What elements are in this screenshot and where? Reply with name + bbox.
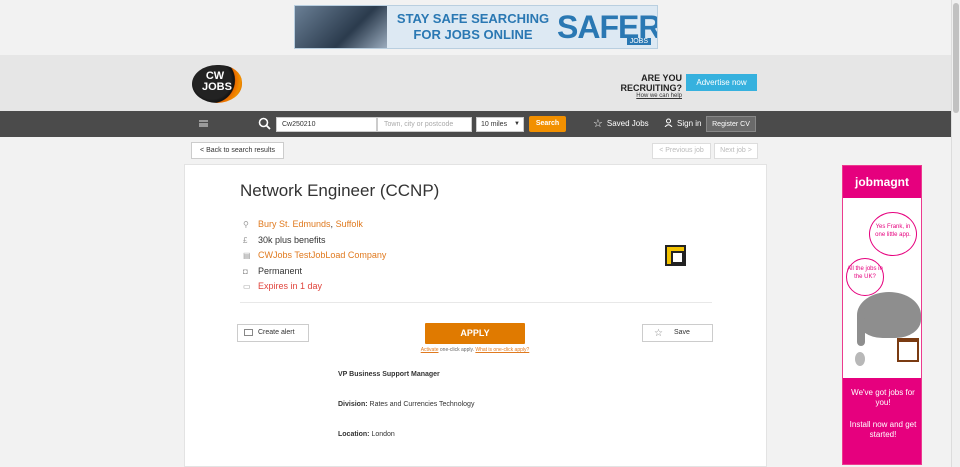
job-detail-card: Network Engineer (CCNP) ⚲ Bury St. Edmun…	[184, 164, 767, 467]
page-scrollbar[interactable]	[951, 0, 960, 467]
site-header: CW JOBS ARE YOU RECRUITING? How we can h…	[0, 55, 951, 111]
chevron-down-icon: ▼	[514, 121, 520, 127]
banner-line2: FOR JOBS ONLINE	[413, 27, 533, 42]
distance-select[interactable]: 10 miles ▼	[476, 117, 524, 132]
user-icon	[664, 118, 673, 127]
division-value: Rates and Currencies Technology	[367, 401, 475, 408]
menu-icon[interactable]	[199, 120, 208, 127]
company-logo[interactable]	[665, 245, 686, 266]
cwjobs-logo[interactable]: CW JOBS	[192, 65, 242, 103]
division-label: Division:	[338, 401, 368, 408]
next-job-button[interactable]: Next job >	[714, 143, 758, 159]
activate-link[interactable]: Activate	[421, 347, 439, 353]
one-click-apply-note: Activate one-click apply. What is one-cl…	[411, 347, 539, 353]
job-salary-row: £ 30k plus benefits	[243, 233, 386, 249]
building-icon: ▤	[243, 251, 251, 260]
description-heading: VP Business Support Manager	[338, 370, 638, 400]
one-click-text: one-click apply.	[438, 347, 476, 353]
mail-icon	[244, 329, 253, 336]
create-alert-label: Create alert	[258, 329, 295, 336]
job-company-link[interactable]: CWJobs TestJobLoad Company	[258, 250, 386, 260]
description-heading-text: VP Business Support Manager	[338, 371, 440, 378]
how-we-can-help-link[interactable]: How we can help	[580, 93, 682, 99]
scrollbar-thumb[interactable]	[953, 3, 959, 113]
sign-in-label: Sign in	[677, 119, 702, 128]
saved-jobs-label: Saved Jobs	[606, 119, 649, 128]
job-description: VP Business Support Manager Division: Ra…	[338, 370, 638, 460]
save-label: Save	[674, 329, 690, 336]
calendar-icon: ▭	[243, 282, 251, 291]
banner-line1: STAY SAFE SEARCHING	[396, 11, 550, 26]
distance-select-value: 10 miles	[481, 121, 508, 128]
stool-illustration	[897, 338, 919, 362]
saved-jobs-link[interactable]: ☆ Saved Jobs	[593, 117, 649, 131]
banner-photo	[295, 6, 387, 48]
search-icon	[258, 117, 271, 130]
previous-job-button[interactable]: < Previous job	[652, 143, 711, 159]
job-company-row: ▤ CWJobs TestJobLoad Company	[243, 248, 386, 264]
top-ad-banner[interactable]: STAY SAFE SEARCHING FOR JOBS ONLINE SAFE…	[294, 5, 658, 49]
ad-tagline: We've got jobs for you!	[851, 388, 915, 407]
ad-cta: Install now and get started!	[849, 420, 917, 439]
location-pin-icon: ⚲	[243, 220, 249, 229]
description-location: Location: London	[338, 430, 638, 460]
elephant-trunk-illustration	[857, 316, 865, 346]
job-expiry-row: ▭ Expires in 1 day	[243, 279, 386, 295]
register-cv-button[interactable]: Register CV	[706, 116, 756, 132]
description-division: Division: Rates and Currencies Technolog…	[338, 400, 638, 430]
job-location-row: ⚲ Bury St. Edmunds, Suffolk	[243, 217, 386, 233]
ad-bottom-panel: We've got jobs for you! Install now and …	[843, 378, 921, 464]
job-type-row: ◘ Permanent	[243, 264, 386, 280]
banner-brand-tag: JOBS	[626, 38, 651, 45]
logo-text-jobs: JOBS	[202, 81, 232, 93]
apply-button[interactable]: APPLY	[425, 323, 525, 344]
advertise-now-button[interactable]: Advertise now	[686, 74, 757, 91]
briefcase-icon: ◘	[243, 266, 248, 276]
save-job-button[interactable]: ☆ Save	[642, 324, 713, 342]
job-type: Permanent	[258, 265, 303, 276]
banner-text: STAY SAFE SEARCHING FOR JOBS ONLINE	[393, 11, 553, 43]
job-title: Network Engineer (CCNP)	[240, 181, 440, 200]
speech-bubble-1: Yes Frank, in one little app.	[869, 212, 917, 256]
location-label: Location:	[338, 431, 370, 438]
location-value: London	[369, 431, 395, 438]
recruiting-question: ARE YOU RECRUITING?	[620, 73, 683, 93]
job-location-town-link[interactable]: Bury St. Edmunds	[258, 219, 331, 229]
mouse-illustration	[855, 352, 865, 366]
job-expiry: Expires in 1 day	[258, 281, 323, 291]
star-icon: ☆	[654, 328, 663, 339]
search-navbar: Cw250210 Town, city or postcode 10 miles…	[0, 111, 951, 137]
what-is-one-click-link[interactable]: What is one-click apply?	[475, 347, 529, 353]
section-divider	[240, 302, 712, 303]
search-button[interactable]: Search	[529, 116, 566, 132]
speech-bubble-2: All the jobs in the UK?	[846, 258, 884, 296]
job-meta: ⚲ Bury St. Edmunds, Suffolk £ 30k plus b…	[243, 217, 386, 295]
create-alert-button[interactable]: Create alert	[237, 324, 309, 342]
recruiting-block: ARE YOU RECRUITING? How we can help	[580, 73, 683, 99]
pound-icon: £	[243, 235, 248, 245]
jobmagnt-side-ad[interactable]: jobmagnt Yes Frank, in one little app. A…	[842, 165, 922, 465]
sign-in-link[interactable]: Sign in	[664, 117, 701, 130]
logo-text: CW JOBS	[202, 71, 232, 93]
jobmagnt-logo: jobmagnt	[843, 166, 921, 198]
job-salary: 30k plus benefits	[258, 234, 326, 245]
location-input[interactable]: Town, city or postcode	[377, 117, 472, 132]
back-to-results-button[interactable]: < Back to search results	[191, 142, 284, 159]
keyword-input[interactable]: Cw250210	[276, 117, 377, 132]
star-icon: ☆	[593, 118, 603, 130]
job-location-county-link[interactable]: Suffolk	[336, 219, 363, 229]
elephant-illustration	[857, 292, 921, 338]
